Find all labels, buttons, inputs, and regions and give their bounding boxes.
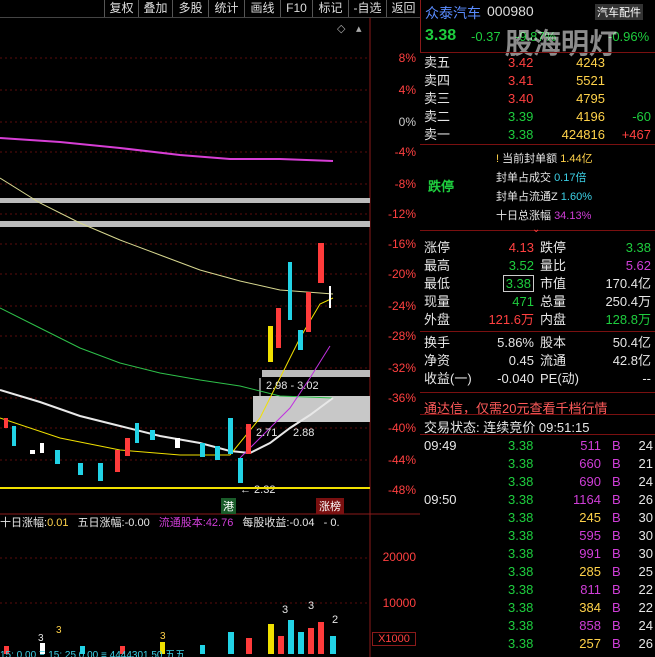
bottom-status-text: 15: 0.00 Ξ 15: 25 0.00 ≡ 4444301.50 五五: [0, 650, 186, 657]
vol-unit-label: X1000: [372, 632, 416, 646]
pct-label: -36%: [387, 391, 416, 405]
kline-chart[interactable]: ◇ ▴ 8% 4% 0% -4% -8% -12% -16% -20% -24%…: [0, 18, 420, 657]
stock-name: 众泰汽车: [425, 5, 481, 21]
vol-mark: 3: [282, 604, 289, 616]
limit-board-tag: 涨榜: [316, 498, 344, 514]
limit-row: ! 当前封单额 1.44亿: [496, 153, 593, 165]
toolbar-fuquan-button[interactable]: 复权: [104, 0, 138, 17]
pct-label: -24%: [387, 299, 416, 313]
indicator-bar: 十日涨幅:0.01 五日涨幅:-0.00 流通股本:42.76 每股收益:-0.…: [0, 517, 340, 529]
pct-label: 0%: [398, 115, 416, 129]
ask-row-2: 卖二 3.39 4196 -60: [424, 109, 651, 124]
pct-label: -20%: [387, 267, 416, 281]
stock-code: 000980: [487, 3, 534, 19]
hk-tag: 港: [221, 498, 236, 514]
toolbar-f10-button[interactable]: F10: [280, 0, 312, 17]
range-label: 2.98 - 3.02: [266, 380, 319, 392]
vol-mark: 3: [308, 600, 315, 612]
ask-row-3: 卖三 3.40 4795: [424, 91, 605, 106]
pct-label: -16%: [387, 237, 416, 251]
collapse-icon[interactable]: ▴: [356, 22, 362, 35]
vol-axis-label: 10000: [382, 596, 416, 610]
low-mark-label: ← 2.32: [240, 484, 276, 496]
price-zone-box: [253, 396, 370, 422]
limit-state: 跌停: [428, 179, 455, 194]
pct-label: 4%: [398, 83, 416, 97]
toolbar-mark-button[interactable]: 标记: [312, 0, 348, 17]
sector-label[interactable]: 汽车配件: [595, 4, 643, 20]
pct-label: -40%: [387, 421, 416, 435]
toolbar-draw-button[interactable]: 画线: [244, 0, 280, 17]
limit-line: [0, 487, 370, 489]
vol-mark: 2: [332, 614, 339, 626]
pct-label: -4%: [394, 145, 416, 159]
toolbar-back-button[interactable]: 返回: [386, 0, 420, 17]
last-price: 3.38: [425, 27, 457, 44]
diamond-icon[interactable]: ◇: [337, 22, 345, 35]
limit-row: 十日总涨幅 34.13%: [496, 210, 592, 222]
pct-label: -32%: [387, 361, 416, 375]
resistance-band-3: [262, 370, 370, 377]
vol-axis-label: 20000: [382, 550, 416, 564]
vol-mark: 3: [38, 633, 44, 644]
pct-label: 8%: [398, 51, 416, 65]
collapse-chevron-icon[interactable]: ⌄: [532, 224, 540, 235]
pct-label: -44%: [387, 453, 416, 467]
price-change: -0.37: [471, 29, 501, 44]
ask-row-4: 卖四 3.41 5521: [424, 73, 605, 88]
limit-row: 封单占成交 0.17倍: [496, 172, 587, 184]
vol-mark: 3: [160, 631, 166, 642]
low-label-2: 2.88: [293, 427, 315, 439]
resistance-band-2: [0, 221, 370, 227]
toolbar-multistock-button[interactable]: 多股: [172, 0, 208, 17]
resistance-band-1: [0, 198, 370, 203]
low-label-1: 2.71: [256, 427, 278, 439]
quote-panel: 众泰汽车 000980 汽车配件 3.38 -0.37 -9.87% -0.96…: [420, 0, 655, 657]
ask-row-5: 卖五 3.42 4243: [424, 55, 605, 70]
ask-row-1: 卖一 3.38 424816 +467: [424, 127, 651, 142]
toolbar-overlay-button[interactable]: 叠加: [138, 0, 172, 17]
pct-label: -8%: [394, 177, 416, 191]
chart-toolbar: 复权 叠加 多股 统计 画线 F10 标记 -自选 返回: [0, 0, 420, 18]
stock-header: 众泰汽车 000980 汽车配件 3.38 -0.37 -9.87% -0.96…: [420, 0, 655, 59]
kline-canvas: [0, 18, 420, 657]
limit-row: 封单占流通Z 1.60%: [496, 191, 592, 203]
toolbar-watchlist-button[interactable]: -自选: [348, 0, 386, 17]
pct-label: -28%: [387, 329, 416, 343]
toolbar-stats-button[interactable]: 统计: [208, 0, 244, 17]
pct-label: -12%: [387, 207, 416, 221]
vol-mark: 3: [56, 625, 62, 636]
pct-label: -48%: [387, 483, 416, 497]
limit-order-box: 跌停 ! 当前封单额 1.44亿 封单占成交 0.17倍 封单占流通Z 1.60…: [420, 146, 655, 226]
